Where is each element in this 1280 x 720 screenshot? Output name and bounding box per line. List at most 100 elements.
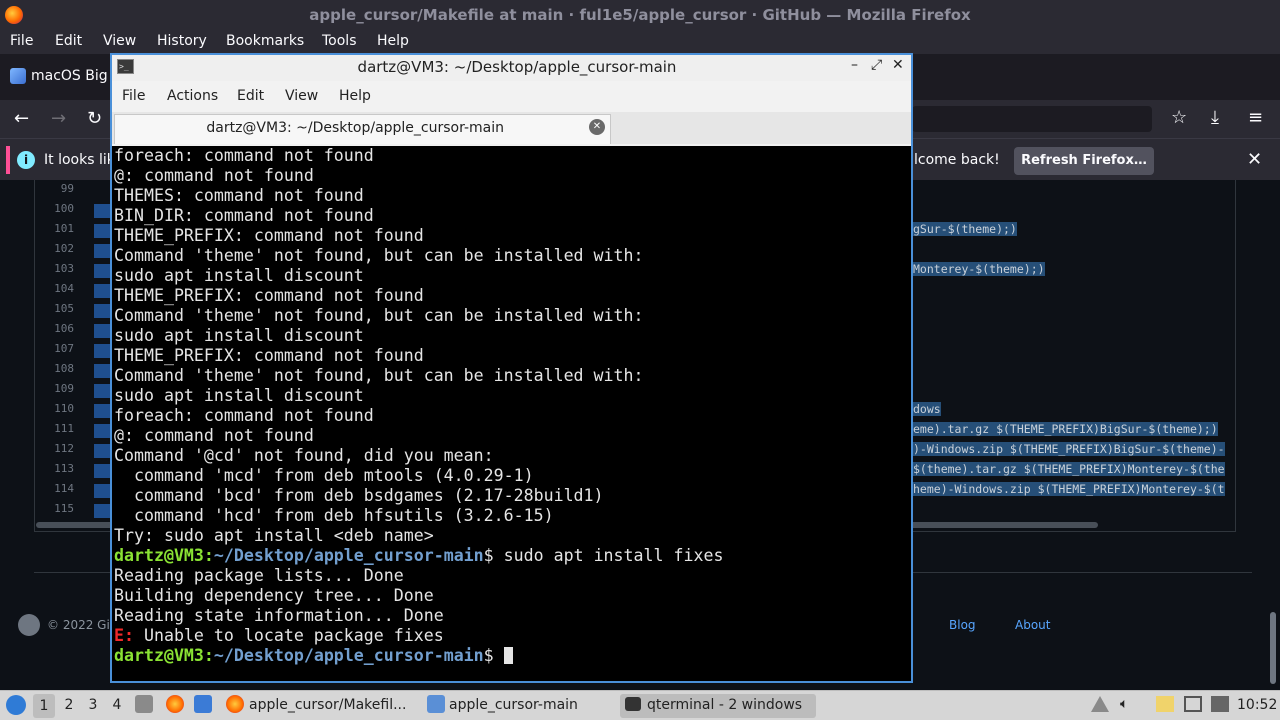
app-menu-icon[interactable]: ≡ <box>1248 107 1263 128</box>
line-text: THEME_PREFIX: command not found <box>114 346 424 365</box>
line-number[interactable]: 104 <box>40 282 74 295</box>
terminal-line: THEME_PREFIX: command not found <box>114 346 723 366</box>
footer-link-blog[interactable]: Blog <box>949 618 976 632</box>
line-text: $ <box>483 646 504 665</box>
terminal-line: THEMES: command not found <box>114 186 723 206</box>
code-line: eme).tar.gz $(THEME_PREFIX)BigSur-$(them… <box>913 422 1218 436</box>
line-text: @: command not found <box>114 426 314 445</box>
start-menu-icon[interactable] <box>6 695 26 715</box>
close-icon[interactable]: ✕ <box>1247 149 1262 170</box>
selection-highlight <box>94 204 110 218</box>
line-number[interactable]: 105 <box>40 302 74 315</box>
line-text: THEME_PREFIX: command not found <box>114 226 424 245</box>
prompt-separator: : <box>203 646 214 665</box>
reload-icon[interactable]: ↻ <box>87 108 102 129</box>
footer-link-about[interactable]: About <box>1015 618 1050 632</box>
bookmark-star-icon[interactable]: ☆ <box>1171 107 1187 128</box>
line-number[interactable]: 110 <box>40 402 74 415</box>
terminal-line: sudo apt install discount <box>114 266 723 286</box>
line-number[interactable]: 115 <box>40 502 74 515</box>
line-number[interactable]: 100 <box>40 202 74 215</box>
refresh-firefox-button[interactable]: Refresh Firefox… <box>1014 147 1154 175</box>
line-text: sudo apt install discount <box>114 386 364 405</box>
workspace-4[interactable]: 4 <box>106 697 128 719</box>
task-folder-icon <box>427 695 445 713</box>
line-text: Command '@cd' not found, did you mean: <box>114 446 494 465</box>
task-firefox-icon <box>226 695 244 713</box>
selection-highlight <box>94 504 110 518</box>
back-icon[interactable]: ← <box>14 108 29 129</box>
task-folder[interactable]: apple_cursor-main <box>449 694 578 718</box>
ff-menu-bookmarks[interactable]: Bookmarks <box>226 33 304 49</box>
ff-menu-view[interactable]: View <box>103 33 136 49</box>
workspace-3[interactable]: 3 <box>82 697 104 719</box>
ff-menu-edit[interactable]: Edit <box>55 33 82 49</box>
line-number[interactable]: 111 <box>40 422 74 435</box>
term-menu-help[interactable]: Help <box>339 88 371 104</box>
volume-icon[interactable]: 🔈︎ <box>1120 696 1138 712</box>
prompt-path: ~/Desktop/apple_cursor-main <box>213 546 484 565</box>
line-number[interactable]: 99 <box>40 182 74 195</box>
prompt-user: dartz@VM3 <box>114 546 204 565</box>
show-desktop-icon[interactable] <box>194 695 212 713</box>
line-text: Command 'theme' not found, but can be in… <box>114 366 644 385</box>
tab-favicon-icon <box>10 68 26 84</box>
display-icon[interactable] <box>1184 696 1202 712</box>
minimize-icon[interactable]: – <box>851 57 858 73</box>
selection-highlight <box>94 464 110 478</box>
terminal-screen[interactable]: foreach: command not found @: command not… <box>112 146 911 681</box>
url-bar[interactable] <box>912 106 1152 132</box>
line-number[interactable]: 106 <box>40 322 74 335</box>
tab-close-icon[interactable]: ✕ <box>589 119 605 135</box>
task-qterminal[interactable]: qterminal - 2 windows <box>620 694 816 718</box>
code-line: gSur-$(theme);) <box>913 222 1017 236</box>
ff-menu-tools[interactable]: Tools <box>322 33 357 49</box>
terminal-line: Command 'theme' not found, but can be in… <box>114 306 723 326</box>
terminal-output: foreach: command not found @: command not… <box>114 146 723 666</box>
line-number[interactable]: 103 <box>40 262 74 275</box>
ff-menu-help[interactable]: Help <box>377 33 409 49</box>
line-text: Command 'theme' not found, but can be in… <box>114 246 644 265</box>
line-number[interactable]: 109 <box>40 382 74 395</box>
terminal-line: Building dependency tree... Done <box>114 586 723 606</box>
browser-tab[interactable]: macOS Big <box>31 68 108 84</box>
line-number[interactable]: 113 <box>40 462 74 475</box>
line-text: sudo apt install discount <box>114 266 364 285</box>
term-menu-edit[interactable]: Edit <box>237 88 264 104</box>
line-number[interactable]: 107 <box>40 342 74 355</box>
clipboard-icon[interactable] <box>1156 696 1174 712</box>
task-firefox[interactable]: apple_cursor/Makefil... <box>249 694 406 718</box>
term-menu-view[interactable]: View <box>285 88 318 104</box>
terminal-line: sudo apt install discount <box>114 386 723 406</box>
workspace-2[interactable]: 2 <box>58 697 80 719</box>
line-text: THEMES: command not found <box>114 186 364 205</box>
code-line: heme)-Windows.zip $(THEME_PREFIX)Montere… <box>913 482 1225 496</box>
line-number[interactable]: 114 <box>40 482 74 495</box>
prompt-user: dartz@VM3 <box>114 646 204 665</box>
network-icon[interactable] <box>1211 696 1229 712</box>
close-icon[interactable]: ✕ <box>892 57 904 73</box>
term-menu-actions[interactable]: Actions <box>167 88 218 104</box>
file-manager-icon[interactable] <box>135 695 153 713</box>
terminal-window-title: dartz@VM3: ~/Desktop/apple_cursor-main <box>357 58 677 76</box>
firefox-launcher-icon[interactable] <box>166 695 184 713</box>
maximize-icon[interactable]: ⤢ <box>871 57 882 73</box>
workspace-1[interactable]: 1 <box>33 694 55 718</box>
line-number[interactable]: 112 <box>40 442 74 455</box>
terminal-line: dartz@VM3:~/Desktop/apple_cursor-main$ s… <box>114 546 723 566</box>
line-text: Unable to locate package fixes <box>133 626 444 645</box>
term-menu-file[interactable]: File <box>122 88 145 104</box>
terminal-line: Command '@cd' not found, did you mean: <box>114 446 723 466</box>
vertical-scrollbar[interactable] <box>1270 612 1276 684</box>
terminal-line: Command 'theme' not found, but can be in… <box>114 366 723 386</box>
ff-menu-history[interactable]: History <box>157 33 207 49</box>
line-number[interactable]: 102 <box>40 242 74 255</box>
terminal-menubar <box>112 84 911 110</box>
downloads-icon[interactable]: ⤓ <box>1211 107 1219 128</box>
line-text: @: command not found <box>114 166 314 185</box>
line-number[interactable]: 108 <box>40 362 74 375</box>
line-text: foreach: command not found <box>114 146 374 165</box>
ff-menu-file[interactable]: File <box>10 33 33 49</box>
line-number[interactable]: 101 <box>40 222 74 235</box>
forward-icon[interactable]: → <box>51 108 66 129</box>
